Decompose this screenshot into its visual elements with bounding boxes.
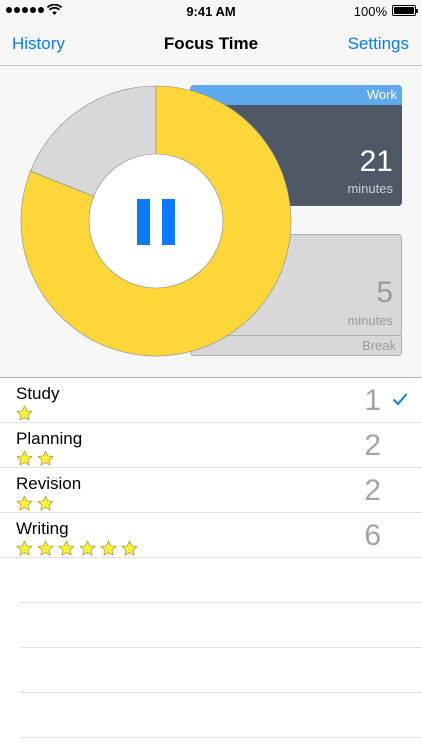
pause-bar-right bbox=[162, 199, 175, 245]
star-icon bbox=[121, 540, 138, 556]
star-icon bbox=[16, 540, 33, 556]
timer-panel: Work 21 minutes 5 minutes Break bbox=[0, 67, 422, 378]
task-count: 2 bbox=[364, 429, 381, 462]
task-rating bbox=[16, 450, 54, 467]
task-count: 1 bbox=[364, 384, 381, 417]
task-name: Writing bbox=[16, 519, 69, 538]
star-icon bbox=[16, 495, 33, 511]
task-row[interactable]: Revision 2 bbox=[0, 468, 422, 513]
work-minutes-unit: minutes bbox=[347, 181, 393, 196]
empty-row-separator bbox=[20, 692, 422, 693]
task-list: Study 1 Planning 2 Revision 2 Writing 6 bbox=[0, 378, 422, 558]
break-label: Break bbox=[362, 338, 396, 353]
pause-bar-left bbox=[137, 199, 150, 245]
star-icon bbox=[16, 450, 33, 466]
navigation-bar: History Focus Time Settings bbox=[0, 22, 422, 66]
task-name: Planning bbox=[16, 429, 83, 448]
star-icon bbox=[79, 540, 96, 556]
star-icon bbox=[58, 540, 75, 556]
settings-button[interactable]: Settings bbox=[348, 34, 409, 54]
break-minutes-unit: minutes bbox=[347, 313, 393, 328]
status-bar: 9:41 AM 100% bbox=[0, 0, 422, 22]
task-count: 6 bbox=[364, 519, 381, 552]
work-minutes-value: 21 bbox=[359, 145, 393, 178]
empty-row-separator bbox=[20, 602, 422, 603]
task-row[interactable]: Planning 2 bbox=[0, 423, 422, 468]
empty-row-separator bbox=[20, 647, 422, 648]
empty-row-separator bbox=[20, 737, 422, 738]
task-rating bbox=[16, 495, 54, 512]
task-rating bbox=[16, 405, 33, 422]
task-rating bbox=[16, 540, 138, 557]
break-minutes-value: 5 bbox=[376, 276, 393, 309]
pause-button[interactable] bbox=[137, 199, 175, 245]
battery-icon bbox=[392, 5, 418, 16]
task-row[interactable]: Writing 6 bbox=[0, 513, 422, 558]
task-name: Revision bbox=[16, 474, 82, 493]
star-icon bbox=[100, 540, 117, 556]
work-label: Work bbox=[366, 87, 397, 102]
battery-percent: 100% bbox=[353, 4, 387, 19]
star-icon bbox=[37, 540, 54, 556]
task-row[interactable]: Study 1 bbox=[0, 378, 422, 423]
checkmark-icon bbox=[392, 393, 408, 406]
star-icon bbox=[37, 495, 54, 511]
task-name: Study bbox=[16, 384, 60, 403]
star-icon bbox=[37, 450, 54, 466]
task-count: 2 bbox=[364, 474, 381, 507]
star-icon bbox=[16, 405, 33, 421]
